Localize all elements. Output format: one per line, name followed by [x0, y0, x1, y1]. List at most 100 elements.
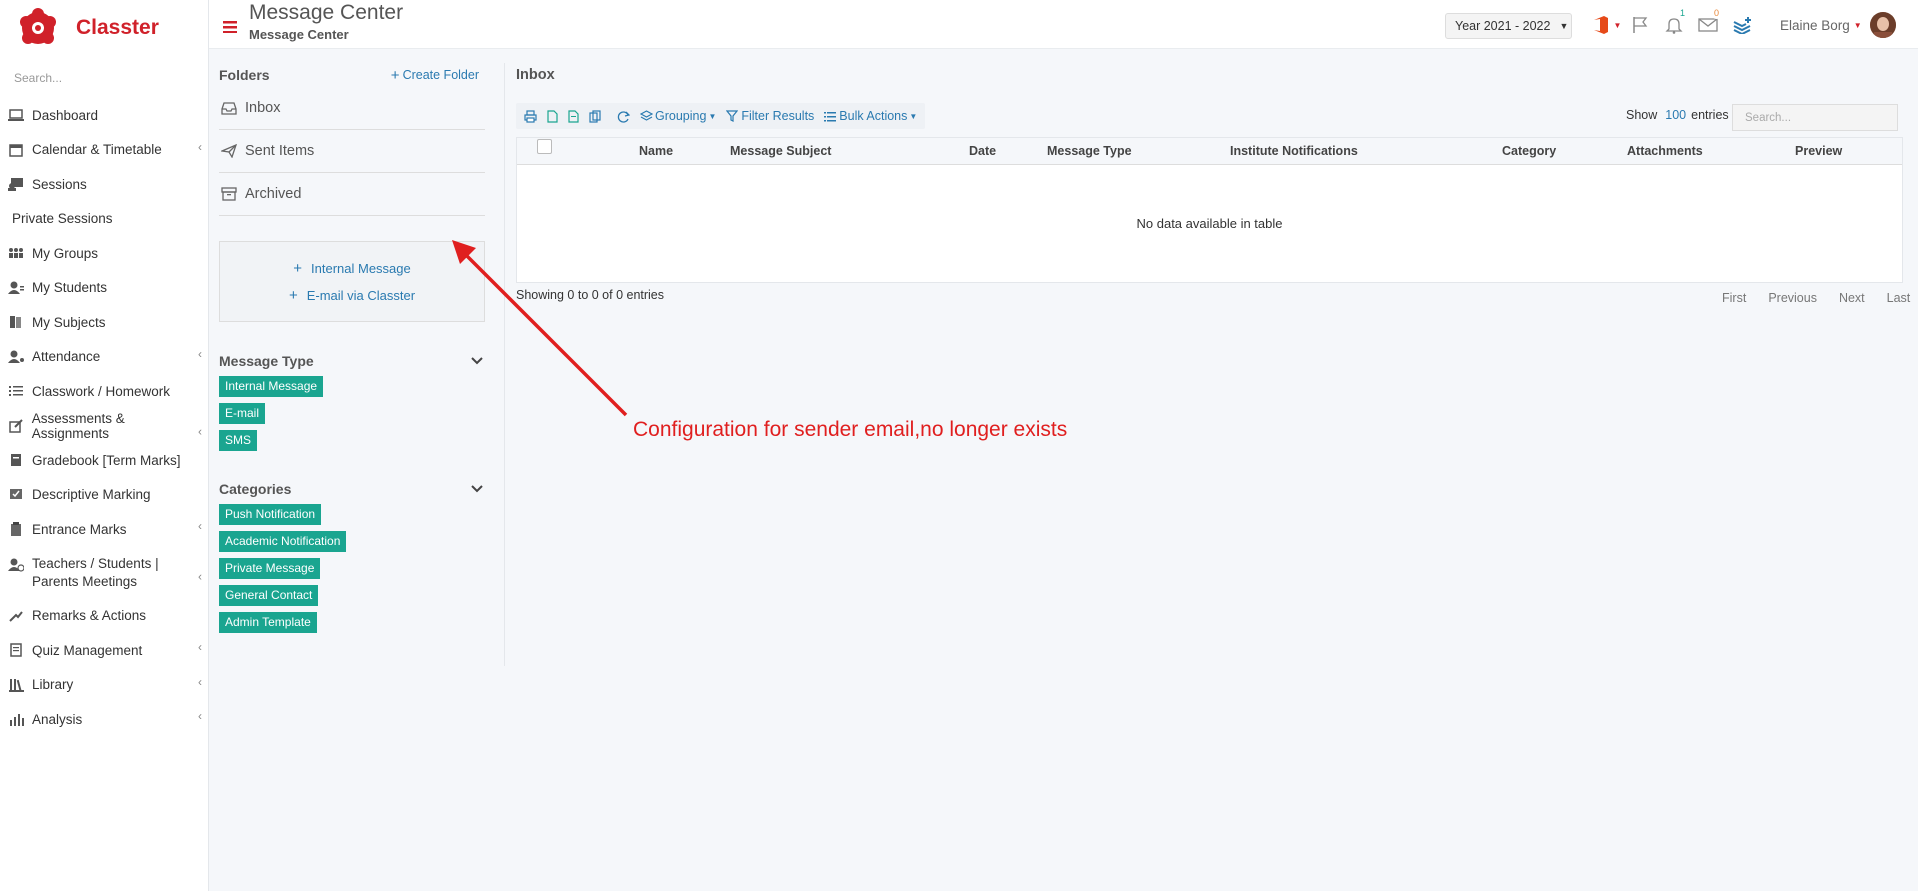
sidebar-item-label: Assessments & Assignments: [31, 410, 125, 441]
flag-icon: [1633, 17, 1648, 33]
year-select[interactable]: Year 2021 - 2022 ▼: [1445, 13, 1572, 39]
sidebar-item-label: Descriptive Marking: [32, 487, 151, 503]
column-header-name[interactable]: Name: [639, 144, 673, 158]
sidebar-item-gradebook[interactable]: Gradebook [Term Marks]: [0, 443, 208, 478]
folder-sent-items[interactable]: Sent Items: [219, 130, 485, 173]
column-header-subject[interactable]: Message Subject: [730, 144, 831, 158]
message-type-header[interactable]: Message Type: [219, 352, 485, 370]
grouping-button[interactable]: Grouping ▼: [635, 103, 721, 129]
chevron-left-icon: ‹: [198, 640, 202, 655]
sidebar-item-label: Remarks & Actions: [32, 608, 147, 624]
messages-button[interactable]: 0: [1691, 8, 1725, 38]
library-icon: [7, 677, 25, 693]
tag-internal-message[interactable]: Internal Message: [219, 376, 324, 397]
sessions-icon: [7, 176, 25, 192]
sidebar-item-private-sessions[interactable]: Private Sessions: [0, 202, 208, 237]
folder-archived[interactable]: Archived: [219, 173, 485, 216]
sidebar-item-entrance-marks[interactable]: Entrance Marks ‹: [0, 512, 208, 547]
page-size-select[interactable]: 100: [1665, 108, 1686, 122]
sidebar-item-attendance[interactable]: Attendance ‹: [0, 340, 208, 375]
chevron-left-icon: ‹: [198, 709, 202, 724]
refresh-icon: [617, 110, 630, 123]
sidebar-item-analysis[interactable]: Analysis ‹: [0, 702, 208, 737]
tag-admin-template[interactable]: Admin Template: [219, 612, 317, 633]
show-label: Show: [1626, 108, 1658, 122]
sidebar-item-quiz[interactable]: Quiz Management ‹: [0, 633, 208, 668]
bulk-actions-button[interactable]: Bulk Actions ▼: [819, 103, 922, 129]
filter-icon: [726, 110, 739, 122]
column-header-institute-notifications[interactable]: Institute Notifications: [1230, 144, 1358, 158]
sidebar-item-label: Teachers / Students | Parents Meetings: [32, 555, 159, 589]
year-select-value: Year 2021 - 2022: [1455, 19, 1551, 33]
caret-down-icon: ▼: [909, 111, 918, 121]
copy-button[interactable]: [584, 103, 606, 129]
new-email-link[interactable]: + E-mail via Classter: [289, 287, 415, 304]
sidebar-item-calendar[interactable]: Calendar & Timetable ‹: [0, 133, 208, 168]
sidebar-item-remarks[interactable]: Remarks & Actions: [0, 599, 208, 634]
tag-sms[interactable]: SMS: [219, 430, 258, 451]
list-icon: [7, 383, 25, 399]
sidebar-item-dashboard[interactable]: Dashboard: [0, 98, 208, 133]
tag-email[interactable]: E-mail: [219, 403, 266, 424]
sidebar-item-label: My Subjects: [32, 314, 106, 330]
sidebar-nav: Dashboard Calendar & Timetable ‹ Session…: [0, 98, 208, 737]
export-excel-button[interactable]: [563, 103, 584, 129]
table-info: Showing 0 to 0 of 0 entries: [516, 288, 665, 302]
sidebar-item-my-groups[interactable]: My Groups: [0, 236, 208, 271]
sidebar-item-label: My Groups: [32, 245, 99, 261]
sidebar-item-library[interactable]: Library ‹: [0, 668, 208, 703]
pager-first[interactable]: First: [1722, 291, 1746, 305]
categories-header[interactable]: Categories: [219, 480, 485, 498]
plus-icon: +: [293, 259, 303, 277]
column-header-preview[interactable]: Preview: [1795, 144, 1842, 158]
messages-table: Name Message Subject Date Message Type I…: [516, 137, 1903, 283]
copy-icon: [589, 109, 601, 123]
topbar: Message Center Message Center Year 2021 …: [209, 0, 1918, 49]
sidebar-item-assessments[interactable]: Assessments & Assignments ‹: [0, 409, 208, 444]
tag-push-notification[interactable]: Push Notification: [219, 504, 322, 525]
send-icon: [221, 144, 243, 158]
new-internal-message-link[interactable]: + Internal Message: [293, 260, 411, 277]
create-folder-button[interactable]: + Create Folder: [391, 67, 479, 84]
column-header-date[interactable]: Date: [969, 144, 996, 158]
sidebar-item-label: Classwork / Homework: [32, 383, 171, 399]
tag-academic-notification[interactable]: Academic Notification: [219, 531, 347, 552]
pager-next[interactable]: Next: [1839, 291, 1865, 305]
sidebar-item-my-students[interactable]: My Students: [0, 271, 208, 306]
sidebar-search-input[interactable]: Search...: [14, 66, 194, 90]
table-search-input[interactable]: Search...: [1732, 104, 1898, 131]
refresh-button[interactable]: [612, 103, 635, 129]
column-header-category[interactable]: Category: [1502, 144, 1556, 158]
panel-divider: [504, 63, 505, 666]
tag-private-message[interactable]: Private Message: [219, 558, 321, 579]
folder-inbox[interactable]: Inbox: [219, 87, 485, 130]
sidebar-item-label: Sessions: [32, 176, 87, 192]
sidebar-item-label: Analysis: [32, 711, 83, 727]
sidebar: Classter Search... Dashboard Calendar & …: [0, 0, 209, 891]
sidebar-item-meetings[interactable]: Teachers / Students | Parents Meetings ‹: [0, 547, 208, 599]
user-menu[interactable]: Elaine Borg ▼: [1780, 12, 1896, 38]
sidebar-item-sessions[interactable]: Sessions: [0, 167, 208, 202]
filter-results-button[interactable]: Filter Results: [721, 103, 819, 129]
top-icons: ▼ 1 0: [1589, 8, 1759, 38]
column-header-message-type[interactable]: Message Type: [1047, 144, 1132, 158]
menu-toggle-icon[interactable]: [223, 17, 237, 38]
file-excel-icon: [568, 109, 579, 123]
column-header-attachments[interactable]: Attachments: [1627, 144, 1703, 158]
chevron-left-icon: ‹: [198, 346, 202, 361]
sidebar-item-descriptive-marking[interactable]: Descriptive Marking: [0, 478, 208, 513]
sidebar-item-my-subjects[interactable]: My Subjects: [0, 305, 208, 340]
notifications-button[interactable]: 1: [1657, 8, 1691, 38]
tag-general-contact[interactable]: General Contact: [219, 585, 319, 606]
export-csv-button[interactable]: [542, 103, 563, 129]
office-app-button[interactable]: ▼: [1589, 12, 1623, 38]
sidebar-item-classwork[interactable]: Classwork / Homework: [0, 374, 208, 409]
pager-last[interactable]: Last: [1887, 291, 1911, 305]
flag-button[interactable]: [1623, 12, 1657, 38]
select-all-checkbox[interactable]: [537, 139, 552, 154]
sidebar-item-label: Library: [32, 677, 74, 693]
pager-previous[interactable]: Previous: [1768, 291, 1817, 305]
layers-add-button[interactable]: [1725, 12, 1759, 38]
print-button[interactable]: [519, 103, 542, 129]
app-logo[interactable]: Classter: [0, 0, 208, 56]
